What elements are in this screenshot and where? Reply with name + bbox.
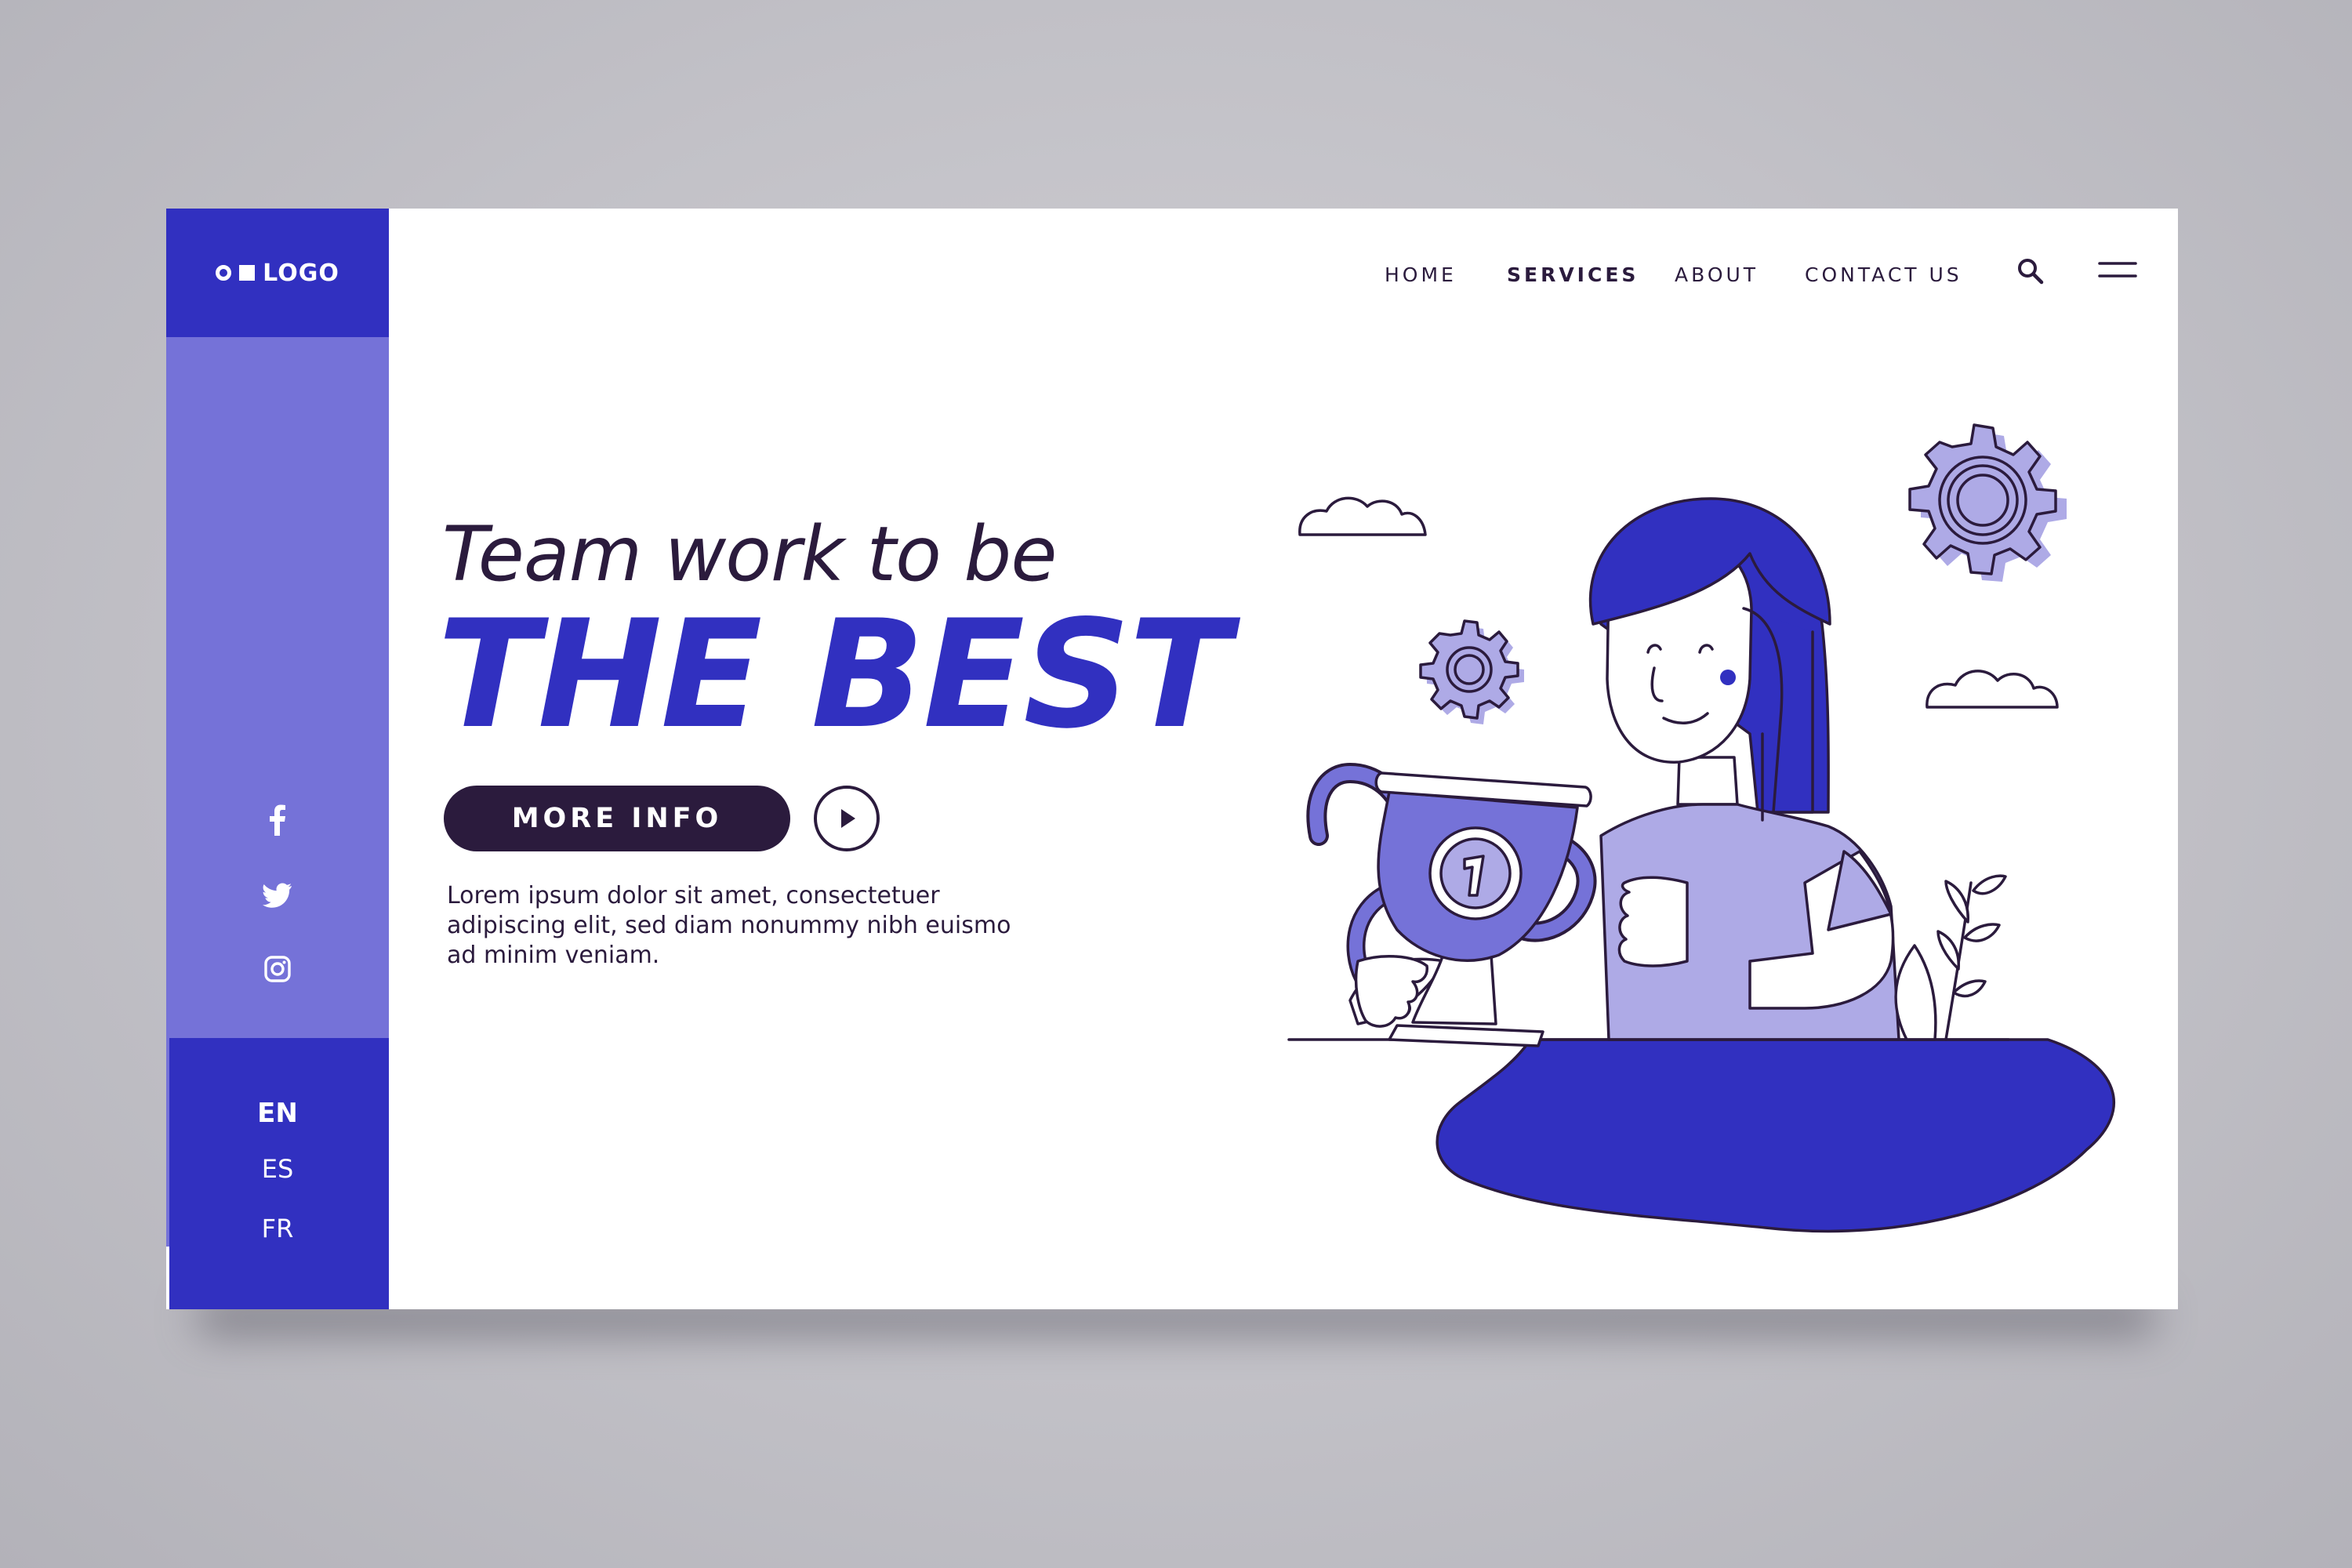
twitter-icon[interactable]: [166, 878, 389, 913]
more-info-button[interactable]: MORE INFO: [444, 786, 790, 851]
ground-blob: [1436, 1038, 2116, 1233]
cloud-right: [1926, 670, 2059, 709]
hamburger-menu-icon[interactable]: [2098, 259, 2137, 282]
sidebar: LOGO EN ES FR: [166, 209, 389, 1309]
nav-about[interactable]: ABOUT: [1675, 263, 1759, 286]
logo-circle-icon: [216, 265, 232, 281]
landing-page: LOGO EN ES FR HOME SERVICES ABOUT CONTAC…: [166, 209, 2178, 1309]
play-icon: [841, 809, 855, 828]
logo-text: LOGO: [263, 259, 339, 287]
small-gear: [1419, 619, 1524, 724]
nav-home[interactable]: HOME: [1385, 263, 1457, 286]
language-es[interactable]: ES: [166, 1154, 389, 1184]
logo[interactable]: LOGO: [166, 209, 389, 337]
play-button[interactable]: [814, 786, 880, 851]
logo-square-icon: [239, 265, 256, 281]
hero-title: THE BEST: [437, 588, 1231, 761]
instagram-icon[interactable]: [166, 952, 389, 986]
big-gear: [1908, 423, 2067, 582]
hero-description: Lorem ipsum dolor sit amet, consectetuer…: [447, 882, 1011, 969]
trophy-base: [1388, 1024, 1544, 1047]
nav-services[interactable]: SERVICES: [1507, 263, 1639, 286]
language-en[interactable]: EN: [166, 1098, 389, 1129]
hero-subtitle: Team work to be: [442, 510, 1057, 598]
language-fr[interactable]: FR: [166, 1214, 389, 1243]
facebook-icon[interactable]: [166, 803, 389, 837]
search-icon[interactable]: [2015, 256, 2046, 287]
nav-contact-us[interactable]: CONTACT US: [1805, 263, 1962, 286]
cheek-mark: [1720, 670, 1736, 685]
neck: [1676, 756, 1739, 806]
team-trophy-illustration: [1287, 423, 2116, 1233]
cloud-left: [1298, 496, 1427, 536]
hand-right: [1617, 876, 1689, 967]
